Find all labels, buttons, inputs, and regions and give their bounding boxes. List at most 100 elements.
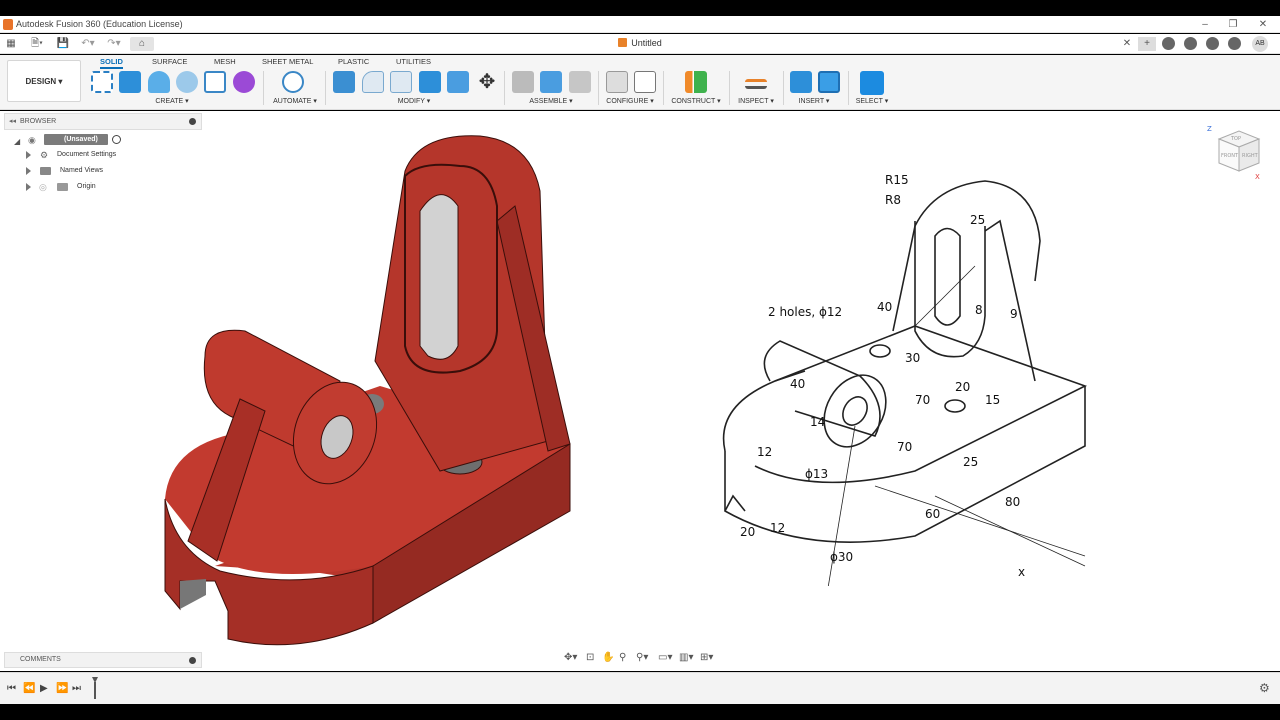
fillet-icon[interactable] [362,71,384,93]
extrude-icon[interactable] [119,71,141,93]
browser-pin-icon[interactable] [189,118,196,125]
dim-9: 9 [1010,307,1018,321]
timeline-marker[interactable] [92,677,98,699]
viewcube-front-label: FRONT [1221,153,1239,159]
expand-root-icon[interactable]: ◢ [14,135,20,149]
viewcube-top-label: TOP [1230,136,1241,142]
tab-sheet-metal[interactable]: SHEET METAL [262,57,313,66]
new-tab-icon[interactable]: + [1138,37,1156,51]
insert-canvas-icon[interactable] [818,71,840,93]
group-create[interactable]: CREATE ▾ [150,97,194,105]
automate-icon[interactable] [282,71,304,93]
title-bar: Autodesk Fusion 360 (Education License) … [0,16,1280,33]
tree-item-named-views[interactable]: Named Views [26,164,146,178]
form-icon[interactable] [233,71,255,93]
group-assemble[interactable]: ASSEMBLE ▾ [524,97,578,105]
help-icon[interactable] [1228,37,1241,50]
as-built-joint-icon[interactable] [569,71,591,93]
play-icon[interactable]: ▶ [40,683,48,694]
notifications-icon[interactable] [1206,37,1219,50]
workspace-switcher[interactable]: DESIGN ▾ [7,60,81,102]
viewports-icon[interactable]: ⊞▾ [700,652,713,663]
group-automate[interactable]: AUTOMATE ▾ [270,97,320,105]
hole-icon[interactable] [176,71,198,93]
group-construct[interactable]: CONSTRUCT ▾ [668,97,724,105]
dim-70: 70 [897,440,912,454]
dim-80: 80 [1005,495,1020,509]
extensions-icon[interactable] [1162,37,1175,50]
orbit-icon[interactable]: ✥▾ [564,652,577,663]
tab-utilities[interactable]: UTILITIES [396,57,431,66]
separator [504,71,505,105]
go-to-start-icon[interactable]: ⏮ [7,683,16,694]
view-cube[interactable]: TOP FRONT RIGHT Z X [1205,121,1265,191]
look-at-icon[interactable]: ⊡ [586,652,594,663]
user-avatar[interactable]: AB [1252,36,1268,52]
separator [598,71,599,105]
separator [263,71,264,105]
minimize-button[interactable]: – [1190,17,1220,32]
graphics-canvas[interactable]: R15 R8 25 40 2 holes, ϕ12 8 9 30 40 20 7… [0,111,1280,671]
move-icon[interactable]: ✥ [476,71,498,93]
pan-icon[interactable]: ✋ [602,652,614,663]
create-sketch-icon[interactable] [91,71,113,93]
dim-phi13: ϕ13 [805,467,828,481]
tree-item-label: Named Views [60,167,104,174]
joint-icon[interactable] [540,71,562,93]
dim-r15: R15 [885,173,909,187]
close-tab-icon[interactable]: ✕ [1121,37,1133,51]
job-status-icon[interactable] [1184,37,1197,50]
comments-add-icon[interactable] [189,657,196,664]
new-component-icon[interactable] [512,71,534,93]
timeline-settings-gear-icon[interactable]: ⚙ [1259,681,1270,695]
tab-solid[interactable]: SOLID [100,57,123,69]
expand-icon[interactable] [26,167,31,175]
group-inspect[interactable]: INSPECT ▾ [734,97,778,105]
zoom-window-icon[interactable]: ⚲▾ [636,652,648,663]
select-icon[interactable] [860,71,884,95]
zoom-icon[interactable]: ⚲ [619,652,626,663]
document-tab-bar: ▦ 🗎▾ 💾 ↶▾ ↷▾ ⌂ Untitled ✕ + AB [0,34,1280,54]
hidden-eye-icon[interactable]: ◎ [39,180,47,194]
activate-icon[interactable] [112,135,121,144]
shell-icon[interactable] [419,71,441,93]
combine-icon[interactable] [447,71,469,93]
chamfer-icon[interactable] [390,71,412,93]
comments-panel[interactable]: COMMENTS [4,652,202,668]
group-insert[interactable]: INSERT ▾ [792,97,836,105]
tree-item-origin[interactable]: ◎ Origin [26,180,146,194]
close-window-button[interactable]: ✕ [1248,17,1278,32]
insert-derive-icon[interactable] [790,71,812,93]
window-title: Autodesk Fusion 360 (Education License) [16,19,183,29]
pattern-icon[interactable] [204,71,226,93]
document-icon [618,38,628,47]
go-to-end-icon[interactable]: ⏭ [72,683,81,694]
tree-item-document-settings[interactable]: ⚙ Document Settings [26,148,146,162]
group-configure[interactable]: CONFIGURE ▾ [602,97,658,105]
expand-icon[interactable] [26,183,31,191]
press-pull-icon[interactable] [333,71,355,93]
maximize-button[interactable]: ❐ [1218,17,1248,32]
grid-settings-icon[interactable]: ▥▾ [679,652,693,663]
revolve-icon[interactable] [148,71,170,93]
group-select[interactable]: SELECT ▾ [850,97,894,105]
configuration-table-icon[interactable] [634,71,656,93]
viewcube-right-label: RIGHT [1242,153,1259,159]
step-back-icon[interactable]: ⏪ [23,683,35,694]
measure-icon[interactable] [745,79,767,89]
dim-25: 25 [963,455,978,469]
tab-mesh[interactable]: MESH [214,57,236,66]
configure-icon[interactable] [606,71,628,93]
offset-plane-icon[interactable] [685,71,707,93]
collapse-icon[interactable]: ◂◂ [9,117,16,125]
group-modify[interactable]: MODIFY ▾ [392,97,436,105]
display-settings-icon[interactable]: ▭▾ [658,652,672,663]
tree-root-row[interactable]: ◢ ◉ (Unsaved) [12,133,202,147]
tab-plastic[interactable]: PLASTIC [338,57,369,66]
root-component[interactable]: (Unsaved) [44,134,108,145]
tab-surface[interactable]: SURFACE [152,57,187,66]
step-forward-icon[interactable]: ⏩ [56,683,68,694]
visibility-eye-icon[interactable]: ◉ [28,133,36,147]
dim-25-top: 25 [970,213,985,227]
expand-icon[interactable] [26,151,31,159]
